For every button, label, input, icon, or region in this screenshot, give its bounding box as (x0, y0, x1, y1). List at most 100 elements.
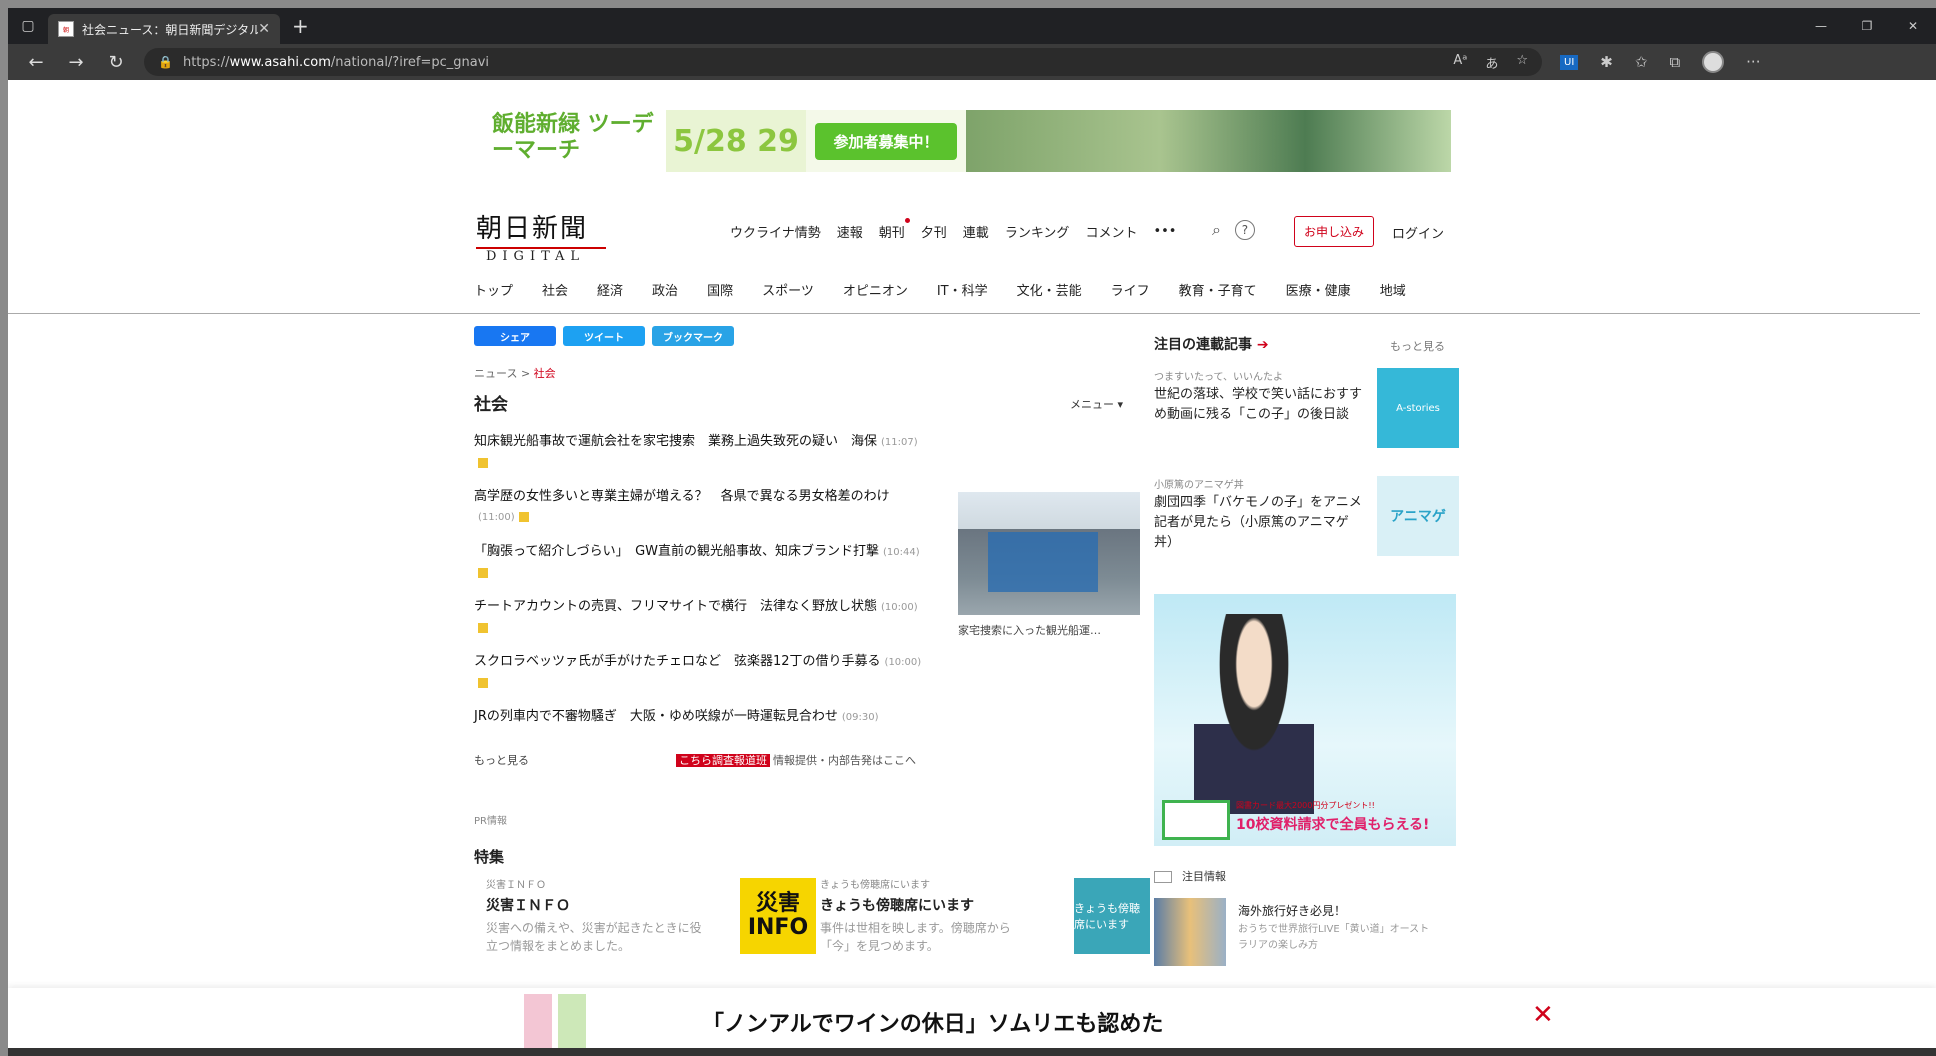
cat-region[interactable]: 地域 (1380, 280, 1406, 299)
cat-education[interactable]: 教育・子育て (1179, 280, 1257, 299)
subscribe-button[interactable]: お申し込み (1294, 216, 1375, 247)
nav-comment[interactable]: コメント (1085, 222, 1137, 241)
notice-title[interactable]: 海外旅行好き必見！ (1238, 902, 1346, 919)
cat-society[interactable]: 社会 (542, 280, 568, 299)
close-window-icon[interactable]: ✕ (1890, 8, 1936, 44)
breadcrumb: ニュース > 社会 (474, 365, 556, 381)
article-title[interactable]: JRの列車内で不審物騒ぎ 大阪・ゆめ咲線が一時運転見合わせ (474, 709, 838, 724)
section-menu[interactable]: メニュー ▾ (1070, 396, 1123, 412)
bottom-ad-text[interactable]: 「ノンアルでワインの休日」ソムリエも認めた (702, 1006, 1163, 1038)
cat-economy[interactable]: 経済 (597, 280, 623, 299)
extensions-icon[interactable]: ✱ (1600, 53, 1613, 71)
restore-icon[interactable]: ❐ (1844, 8, 1890, 44)
side-advertisement[interactable]: 図書カード最大2000円分プレゼント!! 10校資料請求で全員もらえる! (1154, 594, 1456, 846)
profile-avatar[interactable] (1702, 51, 1725, 73)
cat-opinion[interactable]: オピニオン (843, 280, 908, 299)
twitter-share-button[interactable]: ツイート (563, 326, 645, 346)
nav-morning[interactable]: 朝刊 (879, 218, 910, 241)
lock-icon[interactable]: 🔒 (158, 55, 173, 69)
featured-series-heading[interactable]: 注目の連載記事 ➔ (1154, 334, 1269, 354)
feature-card[interactable]: きょうも傍聴席にいます きょうも傍聴席にいます 事件は世相を映します。傍聴席から… (820, 876, 1150, 966)
close-icon[interactable]: ✕ (1532, 1000, 1554, 1030)
forward-icon[interactable]: → (56, 52, 96, 73)
notice-thumb[interactable] (1154, 898, 1226, 966)
article-photo[interactable] (958, 492, 1140, 615)
breadcrumb-sep: > (520, 367, 531, 380)
url-prefix: https:// (182, 54, 230, 70)
list-item[interactable]: 知床観光船事故で運航会社を家宅捜索 業務上過失致死の疑い 海保 (11:07) (474, 432, 929, 473)
series-text[interactable]: 劇団四季「バケモノの子」をアニメ記者が見たら（小原篤のアニマゲ丼） (1154, 493, 1362, 553)
minimize-icon[interactable]: — (1798, 8, 1844, 44)
extension-ui-icon[interactable]: UI (1560, 54, 1579, 70)
browser-toolbar: UI ✱ ✩ ⧉ ··· (1560, 51, 1760, 73)
site-logo[interactable]: 朝日新聞 DIGITAL (476, 208, 606, 264)
series-item[interactable]: つますいたって、いいんたよ 世紀の落球、学校で笑い話におすすめ動画に残る「この子… (1154, 368, 1459, 448)
more-link[interactable]: もっと見る (474, 752, 529, 768)
nav-ranking[interactable]: ランキング (1005, 222, 1070, 241)
cat-health[interactable]: 医療・健康 (1286, 280, 1351, 299)
tab-bar: ▢ 朝 社会ニュース：朝日新聞デジタル ✕ + — ❐ ✕ (8, 8, 1936, 44)
active-tab[interactable]: 朝 社会ニュース：朝日新聞デジタル ✕ (48, 14, 280, 44)
cat-sports[interactable]: スポーツ (762, 280, 814, 299)
member-badge-icon (478, 457, 488, 468)
refresh-icon[interactable]: ↻ (96, 52, 136, 73)
help-icon[interactable]: ? (1234, 220, 1255, 240)
cat-politics[interactable]: 政治 (652, 280, 678, 299)
article-title[interactable]: 「胸張って紹介しづらい」 GW直前の観光船事故、知床ブランド打撃 (474, 544, 879, 559)
hatena-bookmark-button[interactable]: ブックマーク (652, 326, 734, 346)
new-tab-button[interactable]: + (292, 14, 309, 38)
list-item[interactable]: JRの列車内で不審物騒ぎ 大阪・ゆめ咲線が一時運転見合わせ (09:30) (474, 707, 929, 728)
article-title[interactable]: 知床観光船事故で運航会社を家宅捜索 業務上過失致死の疑い 海保 (474, 434, 877, 449)
series-more-link[interactable]: もっと見る (1390, 338, 1445, 354)
notice-item[interactable]: 海外旅行好き必見！ おうちで世界旅行LIVE「黄い道」オーストラリアの楽しみ方 (1154, 898, 1459, 968)
tab-close-icon[interactable]: ✕ (258, 21, 270, 37)
tab-actions-icon[interactable]: ▢ (8, 8, 48, 44)
search-icon[interactable]: ⌕ (1212, 220, 1221, 240)
cat-it-science[interactable]: IT・科学 (937, 280, 988, 299)
login-link[interactable]: ログイン (1392, 223, 1444, 242)
photo-caption[interactable]: 家宅捜索に入った観光船運… (958, 622, 1101, 638)
nav-more[interactable]: ••• (1153, 224, 1176, 239)
nav-breaking[interactable]: 速報 (837, 222, 863, 241)
breadcrumb-home[interactable]: ニュース (474, 367, 517, 380)
list-item[interactable]: チートアカウントの売買、フリマサイトで横行 法律なく野放し状態 (10:00) (474, 597, 929, 638)
window-controls: — ❐ ✕ (1798, 8, 1936, 44)
feature-image[interactable]: きょうも傍聴席にいます (1074, 878, 1150, 954)
feature-card[interactable]: 災害ＩＮＦＯ 災害ＩＮＦＯ 災害への備えや、災害が起きたときに役立つ情報をまとめ… (486, 876, 816, 966)
feature-image[interactable]: 災害 INFO (740, 878, 816, 954)
list-item[interactable]: スクロラベッツァ氏が手がけたチェロなど 弦楽器12丁の借り手募る (10:00) (474, 652, 929, 693)
url-input[interactable]: 🔒 https://www.asahi.com/national/?iref=p… (144, 48, 1542, 76)
tip-link[interactable]: こちら調査報道班 情報提供・内部告発はここへ (676, 752, 916, 768)
series-thumb[interactable]: アニマゲ (1377, 476, 1459, 556)
article-time: (11:07) (881, 437, 918, 448)
favorites-icon[interactable]: ✩ (1635, 53, 1648, 71)
nav-evening[interactable]: 夕刊 (921, 222, 947, 241)
bottom-ad-bar[interactable]: 「ノンアルでワインの休日」ソムリエも認めた ✕ (8, 988, 1936, 1056)
list-item[interactable]: 高学歴の女性多いと専業主婦が増える？ 各県で異なる男女格差のわけ (11:00) (474, 487, 929, 528)
member-badge-icon (518, 511, 529, 522)
facebook-share-button[interactable]: シェア (474, 326, 556, 346)
more-menu-icon[interactable]: ··· (1746, 53, 1760, 71)
collections-icon[interactable]: ⧉ (1669, 53, 1680, 71)
read-aloud-icon[interactable]: Aᵃ (1453, 53, 1467, 72)
cat-international[interactable]: 国際 (707, 280, 733, 299)
banner-cta-button[interactable]: 参加者募集中！ (815, 122, 957, 160)
cat-top[interactable]: トップ (474, 280, 513, 299)
cat-life[interactable]: ライフ (1111, 280, 1150, 299)
series-text[interactable]: 世紀の落球、学校で笑い話におすすめ動画に残る「この子」の後日談 (1154, 385, 1362, 425)
article-title[interactable]: 高学歴の女性多いと専業主婦が増える？ 各県で異なる男女格差のわけ (474, 489, 890, 504)
back-icon[interactable]: ← (16, 52, 56, 73)
series-item[interactable]: 小原篤のアニマゲ丼 劇団四季「バケモノの子」をアニメ記者が見たら（小原篤のアニマ… (1154, 476, 1459, 556)
translate-icon[interactable]: あ (1485, 53, 1498, 72)
article-title[interactable]: スクロラベッツァ氏が手がけたチェロなど 弦楽器12丁の借り手募る (474, 654, 881, 669)
nav-series[interactable]: 連載 (963, 222, 989, 241)
article-title[interactable]: チートアカウントの売買、フリマサイトで横行 法律なく野放し状態 (474, 599, 877, 614)
favorite-add-icon[interactable]: ☆ (1516, 53, 1528, 72)
series-thumb[interactable]: A-stories (1377, 368, 1459, 448)
event-banner-ad[interactable]: 飯能新緑 ツーデーマーチ 5/28 29 参加者募集中！ (486, 110, 1451, 172)
nav-ukraine[interactable]: ウクライナ情勢 (730, 222, 821, 241)
cat-culture[interactable]: 文化・芸能 (1017, 280, 1082, 299)
web-page: 飯能新緑 ツーデーマーチ 5/28 29 参加者募集中！ 朝日新聞 DIGITA… (8, 80, 1936, 1056)
url-host: www.asahi.com (229, 54, 331, 70)
list-item[interactable]: 「胸張って紹介しづらい」 GW直前の観光船事故、知床ブランド打撃 (10:44) (474, 542, 929, 583)
